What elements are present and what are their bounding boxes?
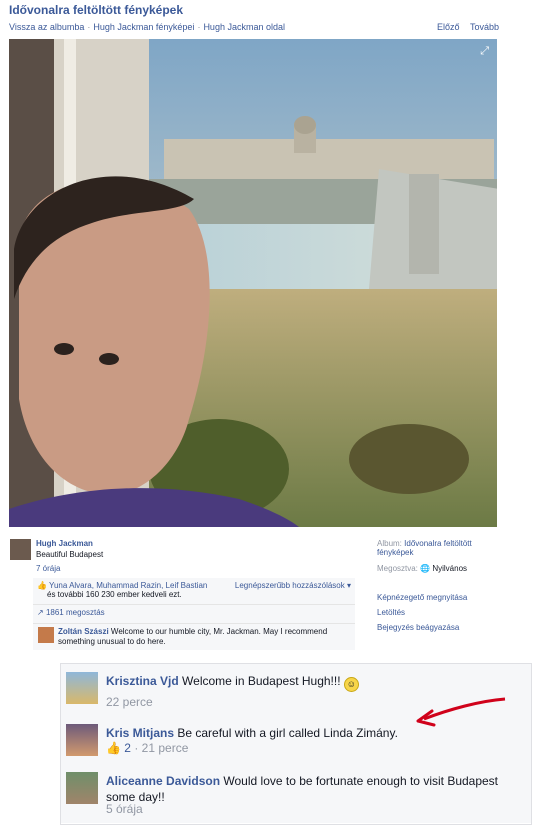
selfie-budapest-image bbox=[9, 39, 497, 527]
expand-icon[interactable]: ⤢ bbox=[480, 45, 489, 58]
main-photo[interactable]: ⤢ bbox=[9, 39, 497, 527]
comment-time[interactable]: 21 perce bbox=[142, 741, 189, 755]
comment-author[interactable]: Aliceanne Davidson bbox=[106, 774, 220, 788]
avatar[interactable] bbox=[38, 627, 54, 643]
top-comments-dropdown[interactable]: Legnépszerűbb hozzászólások ▾ bbox=[235, 581, 351, 590]
share-label: Megosztva: bbox=[377, 564, 418, 573]
avatar[interactable] bbox=[66, 724, 98, 756]
avatar[interactable] bbox=[66, 772, 98, 804]
open-viewer-link[interactable]: Képnézegető megnyitása bbox=[377, 590, 467, 605]
likers-count[interactable]: és további 160 230 ember kedveli ezt. bbox=[37, 590, 351, 599]
smiley-icon: ☺ bbox=[343, 677, 359, 692]
list-item: Aliceanne Davidson Would love to be fort… bbox=[61, 764, 531, 823]
album-info: Album: Idővonalra feltöltött fényképek bbox=[377, 539, 497, 557]
album-label: Album: bbox=[377, 539, 402, 548]
comment: Zoltán Szászi Welcome to our humble city… bbox=[33, 623, 355, 650]
share-info: Megosztva: 🌐 Nyilvános bbox=[377, 564, 467, 573]
likes-row: 👍 Yuna Alvara, Muhammad Razin, Leif Bast… bbox=[33, 578, 355, 604]
red-arrow bbox=[416, 697, 506, 727]
likers-names[interactable]: Yuna Alvara, Muhammad Razin, Leif Bastia… bbox=[49, 581, 207, 590]
nav-page-link[interactable]: Hugh Jackman oldal bbox=[203, 22, 285, 32]
next-link[interactable]: Tovább bbox=[470, 22, 499, 32]
share-value[interactable]: Nyilvános bbox=[432, 564, 467, 573]
comment-time[interactable]: 22 perce bbox=[106, 695, 153, 709]
comment-author[interactable]: Zoltán Szászi bbox=[58, 627, 109, 636]
globe-icon: 🌐 bbox=[420, 564, 431, 573]
comment-author[interactable]: Krisztina Vjd bbox=[106, 674, 179, 688]
like-thumb-icon: 👍 bbox=[37, 581, 47, 590]
page-title: Idővonalra feltöltött fényképek bbox=[9, 3, 184, 17]
post-time[interactable]: 7 órája bbox=[36, 564, 60, 573]
zoomed-comments: Krisztina Vjd Welcome in Budapest Hugh!!… bbox=[60, 663, 532, 825]
embed-post-link[interactable]: Bejegyzés beágyazása bbox=[377, 620, 467, 635]
download-link[interactable]: Letöltés bbox=[377, 605, 467, 620]
prev-link[interactable]: Előző bbox=[437, 22, 460, 32]
pager: Előző Tovább bbox=[429, 22, 499, 32]
nav-back-to-album[interactable]: Vissza az albumba bbox=[9, 22, 84, 32]
share-count[interactable]: 1861 megosztás bbox=[46, 608, 105, 617]
photo-actions: Képnézegető megnyitása Letöltés Bejegyzé… bbox=[377, 590, 467, 635]
likes-box: 👍 Yuna Alvara, Muhammad Razin, Leif Bast… bbox=[33, 578, 355, 650]
like-thumb-icon: 👍 bbox=[106, 741, 121, 755]
comment-author[interactable]: Kris Mitjans bbox=[106, 726, 174, 740]
avatar[interactable] bbox=[10, 539, 31, 560]
comment-time[interactable]: 5 órája bbox=[106, 802, 143, 816]
comment-text: Be careful with a girl called Linda Zimá… bbox=[177, 726, 398, 740]
post-author[interactable]: Hugh Jackman bbox=[36, 539, 93, 548]
post-caption: Beautiful Budapest bbox=[36, 550, 104, 559]
avatar[interactable] bbox=[66, 672, 98, 704]
shares-row[interactable]: ↗ 1861 megosztás bbox=[33, 604, 355, 623]
share-icon: ↗ bbox=[37, 608, 44, 617]
comment-text: Welcome in Budapest Hugh!!! bbox=[182, 674, 341, 688]
nav-photos-link[interactable]: Hugh Jackman fényképei bbox=[93, 22, 194, 32]
breadcrumb: Vissza az albumba · Hugh Jackman fényképei… bbox=[9, 22, 285, 32]
comment-like-count[interactable]: 2 bbox=[124, 741, 131, 755]
